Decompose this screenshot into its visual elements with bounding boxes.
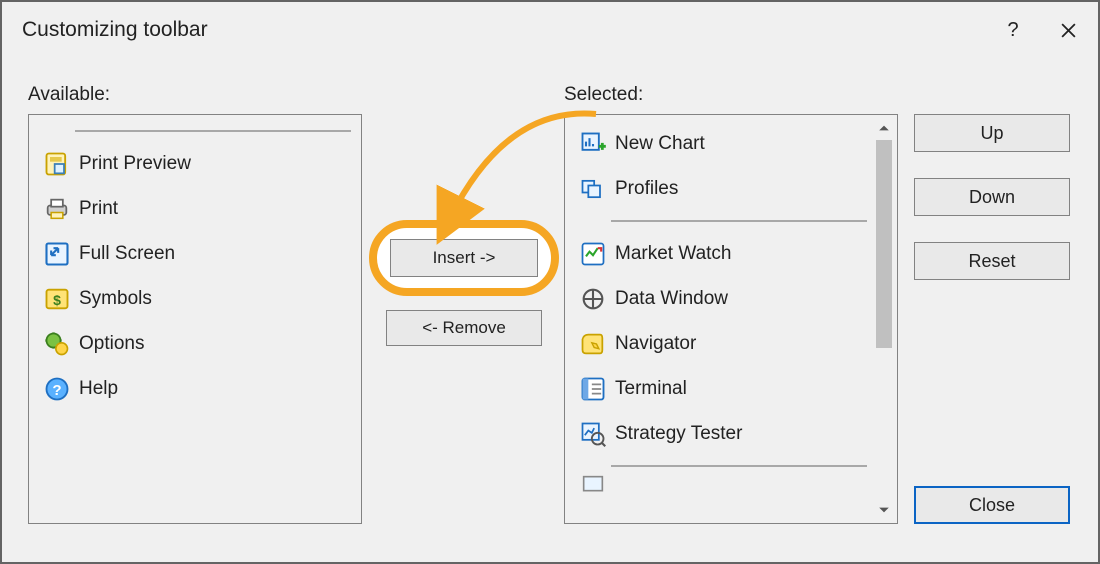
terminal-icon	[573, 373, 613, 405]
list-item[interactable]: Print	[35, 186, 355, 231]
list-item[interactable]: Full Screen	[35, 231, 355, 276]
list-item-label: Symbols	[77, 288, 152, 310]
list-item[interactable]: Navigator	[571, 321, 871, 366]
up-button[interactable]: Up	[914, 114, 1070, 152]
customize-toolbar-dialog: Customizing toolbar ? Available: Selecte…	[0, 0, 1100, 564]
reset-button[interactable]: Reset	[914, 242, 1070, 280]
options-icon	[37, 328, 77, 360]
dialog-body: Available: Selected: Print Preview	[28, 84, 1072, 542]
help-button[interactable]: ?	[988, 11, 1038, 49]
partial-item-icon	[573, 470, 613, 502]
close-window-button[interactable]	[1038, 11, 1098, 49]
list-separator[interactable]	[571, 456, 871, 476]
list-item-label: New Chart	[613, 133, 705, 155]
svg-text:$: $	[53, 291, 61, 307]
close-button[interactable]: Close	[914, 486, 1070, 524]
available-label: Available:	[28, 84, 110, 106]
list-item[interactable]: Strategy Tester	[571, 411, 871, 456]
available-listbox[interactable]: Print Preview Print Full Screen $	[28, 114, 362, 524]
market-watch-icon	[573, 238, 613, 270]
svg-text:?: ?	[52, 381, 61, 398]
list-item[interactable]	[571, 476, 871, 496]
list-item-label: Market Watch	[613, 243, 732, 265]
new-chart-icon	[573, 128, 613, 160]
help-item-icon: ?	[37, 373, 77, 405]
list-item[interactable]: New Chart	[571, 121, 871, 166]
up-button-label: Up	[980, 123, 1003, 143]
list-item[interactable]: Profiles	[571, 166, 871, 211]
reset-button-label: Reset	[968, 251, 1015, 271]
annotation-highlight: Insert ->	[369, 220, 559, 296]
remove-button-label: <- Remove	[422, 318, 506, 337]
selected-listbox[interactable]: New Chart Profiles Market Watch	[564, 114, 898, 524]
selected-label: Selected:	[564, 84, 643, 106]
list-item-label: Data Window	[613, 288, 728, 310]
full-screen-icon	[37, 238, 77, 270]
scroll-down-button[interactable]	[872, 498, 896, 522]
list-item-label: Print Preview	[77, 153, 191, 175]
list-item-label: Print	[77, 198, 118, 220]
selected-list: New Chart Profiles Market Watch	[571, 121, 871, 517]
list-item[interactable]: Market Watch	[571, 231, 871, 276]
dialog-title: Customizing toolbar	[22, 18, 208, 42]
insert-button[interactable]: Insert ->	[390, 239, 538, 277]
selected-scrollbar[interactable]	[872, 116, 896, 522]
list-item[interactable]: Options	[35, 321, 355, 366]
list-item-label: Strategy Tester	[613, 423, 742, 445]
print-preview-icon	[37, 148, 77, 180]
list-item-label: Navigator	[613, 333, 696, 355]
help-icon: ?	[1007, 19, 1018, 42]
list-item[interactable]: Terminal	[571, 366, 871, 411]
list-item[interactable]: Data Window	[571, 276, 871, 321]
down-button[interactable]: Down	[914, 178, 1070, 216]
insert-button-label: Insert ->	[433, 248, 496, 267]
available-list: Print Preview Print Full Screen $	[35, 121, 355, 517]
strategy-tester-icon	[573, 418, 613, 450]
scroll-thumb[interactable]	[876, 140, 892, 348]
list-item-label: Help	[77, 378, 118, 400]
list-item-label: Terminal	[613, 378, 687, 400]
scroll-up-button[interactable]	[872, 116, 896, 140]
scroll-track[interactable]	[876, 140, 892, 498]
list-item[interactable]: Print Preview	[35, 141, 355, 186]
list-separator[interactable]	[35, 121, 355, 141]
profiles-icon	[573, 173, 613, 205]
list-item[interactable]: $ Symbols	[35, 276, 355, 321]
list-item-label: Profiles	[613, 178, 678, 200]
list-item[interactable]: ? Help	[35, 366, 355, 411]
navigator-icon	[573, 328, 613, 360]
symbols-icon: $	[37, 283, 77, 315]
print-icon	[37, 193, 77, 225]
list-item-label: Options	[77, 333, 144, 355]
list-separator[interactable]	[571, 211, 871, 231]
list-item-label: Full Screen	[77, 243, 175, 265]
data-window-icon	[573, 283, 613, 315]
close-icon	[1060, 22, 1077, 39]
titlebar: Customizing toolbar ?	[2, 2, 1098, 58]
down-button-label: Down	[969, 187, 1015, 207]
remove-button[interactable]: <- Remove	[386, 310, 542, 346]
close-button-label: Close	[969, 495, 1015, 515]
